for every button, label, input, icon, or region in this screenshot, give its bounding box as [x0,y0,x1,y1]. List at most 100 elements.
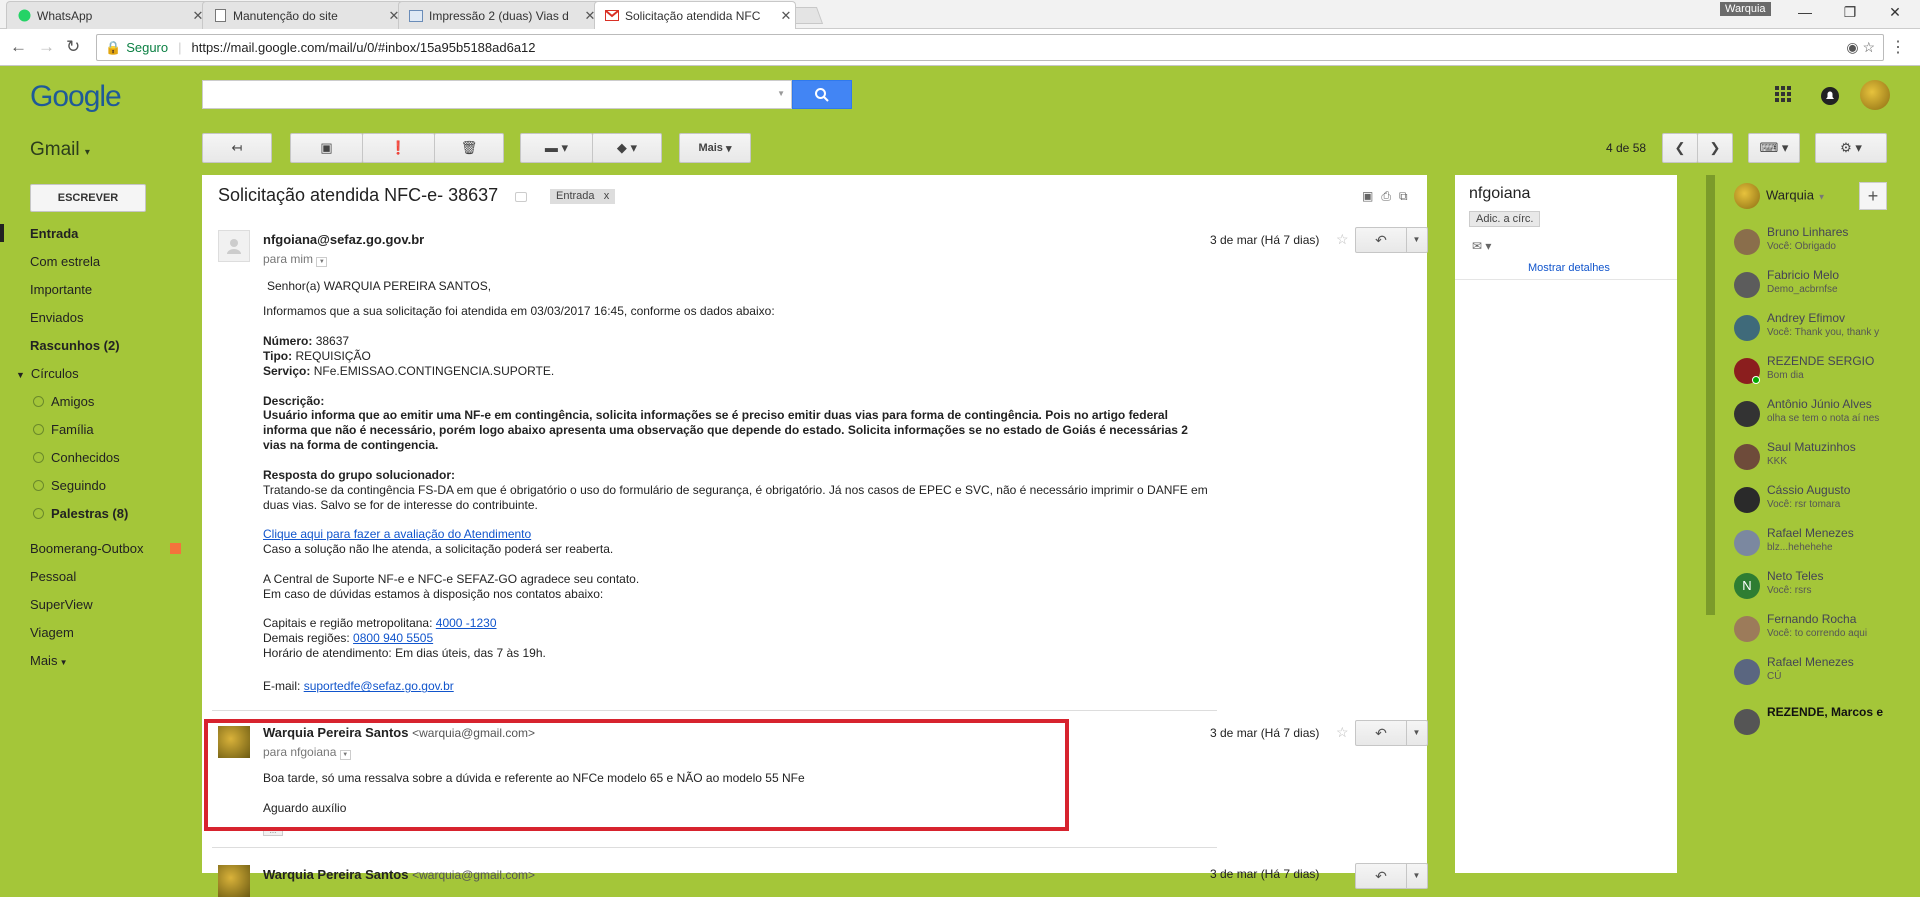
contact-name: Antônio Júnio Alves [1767,397,1872,411]
chat-contact[interactable]: Bruno Linhares Você: Obrigado [1734,225,1919,265]
nav-superview[interactable]: SuperView [30,597,93,612]
newer-button[interactable]: ❮ [1662,133,1698,163]
email-contact-icon[interactable]: ✉ ▾ [1472,239,1491,253]
tab-gmail[interactable]: Solicitação atendida NFC ✕ [594,1,796,29]
nav-starred[interactable]: Com estrela [30,254,100,269]
evaluation-link[interactable]: Clique aqui para fazer a avaliação do At… [263,527,531,541]
chat-contact[interactable]: REZENDE SERGIO Bom dia [1734,354,1919,394]
archive-button[interactable]: ▣ [290,133,363,163]
back-icon[interactable]: ← [10,37,27,57]
nav-circle-following[interactable]: Seguindo [33,478,106,493]
tab-manutencao[interactable]: Manutenção do site ✕ [202,1,404,29]
phone-link[interactable]: 0800 940 5505 [353,631,433,645]
nav-sent[interactable]: Enviados [30,310,83,325]
chat-status-menu[interactable]: Warquia ▼ [1734,183,1825,209]
input-tools-button[interactable]: ⌨ ▾ [1748,133,1800,163]
chat-contact[interactable]: Fabricio Melo Demo_acbrnfse [1734,268,1919,308]
message-sender[interactable]: Warquia Pereira Santos <warquia@gmail.co… [263,867,535,882]
image-icon [409,9,423,23]
chat-contact[interactable]: Fernando Rocha Você: to correndo aqui [1734,612,1919,652]
reply-button[interactable]: ↶ ▼ [1355,720,1428,746]
nav-circle-acquaintances[interactable]: Conhecidos [33,450,120,465]
report-spam-button[interactable]: ❗ [362,133,435,163]
profile-user-badge[interactable]: Warquia [1720,2,1771,16]
contact-name: Rafael Menezes [1767,655,1854,669]
back-to-inbox-button[interactable]: ↤ [202,133,272,163]
chevron-down-icon[interactable]: ▼ [1406,721,1427,745]
nav-drafts[interactable]: Rascunhos (2) [30,338,120,353]
add-to-circles-button[interactable]: Adic. a círc. [1469,211,1541,227]
labels-button[interactable]: ◆ ▾ [592,133,662,163]
nav-circles[interactable]: ▼ Círculos [16,366,79,381]
reply-button[interactable]: ↶ ▼ [1355,227,1428,253]
chat-contact[interactable]: Antônio Júnio Alves olha se tem o nota aí… [1734,397,1919,437]
importance-marker-icon[interactable] [515,192,527,202]
divider [1455,279,1677,280]
tab-whatsapp[interactable]: WhatsApp ✕ [6,1,208,29]
more-button[interactable]: Mais ▾ [679,133,751,163]
show-details-link[interactable]: Mostrar detalhes [1528,262,1610,274]
search-input[interactable]: ▼ [202,80,792,109]
nav-boomerang[interactable]: Boomerang-Outbox [30,541,181,556]
chat-panel: Warquia ▼ + Bruno Linhares Você: Obrigado… [1720,175,1920,873]
message-sender[interactable]: nfgoiana@sefaz.go.gov.br [263,232,424,247]
older-button[interactable]: ❯ [1697,133,1733,163]
close-window-icon[interactable]: ✕ [1880,4,1910,21]
settings-button[interactable]: ⚙ ▾ [1815,133,1887,163]
restore-icon[interactable]: ❐ [1835,4,1865,21]
nav-circle-friends[interactable]: Amigos [33,394,94,409]
remove-label-icon[interactable]: x [604,190,610,202]
delete-button[interactable]: 🗑 [434,133,504,163]
gmail-menu[interactable]: Gmail ▾ [30,139,90,161]
move-to-button[interactable]: ▬ ▾ [520,133,593,163]
url-field[interactable]: 🔒 Seguro | https://mail.google.com/mail/… [96,34,1884,61]
new-window-icon[interactable]: ⧉ [1399,189,1416,203]
search-options-icon[interactable]: ▼ [777,89,785,98]
close-icon[interactable]: ✕ [777,8,795,24]
url-text: https://mail.google.com/mail/u/0/#inbox/… [191,40,536,55]
google-logo[interactable]: Google [30,80,122,114]
nav-circle-family[interactable]: Família [33,422,94,437]
browser-menu-icon[interactable]: ⋮ [1890,37,1906,57]
search-button[interactable] [792,80,852,109]
chat-contact[interactable]: N Neto Teles Você: rsrs [1734,569,1919,609]
nav-more[interactable]: Mais ▼ [30,653,68,668]
chat-contact[interactable]: Rafael Menezes CÚ [1734,655,1919,695]
show-trimmed-content-button[interactable]: ... [263,827,283,836]
message-sender[interactable]: Warquia Pereira Santos <warquia@gmail.co… [263,725,535,740]
chat-contact[interactable]: Saul Matuzinhos KKK [1734,440,1919,480]
compose-button[interactable]: ESCREVER [30,184,146,212]
forward-icon[interactable]: → [38,37,55,57]
star-icon[interactable]: ☆ [1336,724,1349,741]
reply-button[interactable]: ↶ ▼ [1355,863,1428,889]
account-avatar[interactable] [1860,80,1890,110]
nav-viagem[interactable]: Viagem [30,625,74,640]
nav-inbox[interactable]: Entrada [30,226,78,241]
nav-pessoal[interactable]: Pessoal [30,569,76,584]
phone-link[interactable]: 4000 -1230 [436,616,497,630]
scrollbar[interactable] [1706,175,1715,615]
new-chat-button[interactable]: + [1859,182,1887,210]
chevron-down-icon[interactable]: ▼ [1406,228,1427,252]
chat-contact[interactable]: Cássio Augusto Você: rsr tomara [1734,483,1919,523]
show-details-icon[interactable]: ▼ [316,257,328,267]
show-details-icon[interactable]: ▼ [339,750,351,760]
nav-circle-palestras[interactable]: Palestras (8) [33,506,128,521]
notifications-icon[interactable] [1820,86,1840,111]
chevron-down-icon[interactable]: ▼ [1406,864,1427,888]
chat-contact[interactable]: REZENDE, Marcos e [1734,705,1919,745]
minimize-icon[interactable]: — [1790,4,1820,20]
tab-impressao[interactable]: Impressão 2 (duas) Vias d ✕ [398,1,600,29]
nav-important[interactable]: Importante [30,282,92,297]
email-link[interactable]: suportedfe@sefaz.go.gov.br [304,679,454,693]
expand-all-icon[interactable]: ▣ [1362,189,1381,203]
star-icon[interactable]: ☆ [1336,231,1349,248]
print-icon[interactable]: ⎙ [1381,189,1399,203]
chat-contact[interactable]: Andrey Efimov Você: Thank you, thank y [1734,311,1919,351]
action-toolbar: Gmail ▾ ↤ ▣ ❗ 🗑 ▬ ▾ ◆ ▾ Mais ▾ 4 de 58 ❮… [0,130,1920,172]
apps-grid-icon[interactable] [1775,86,1791,107]
chat-contact[interactable]: Rafael Menezes blz...hehehehe [1734,526,1919,566]
reload-icon[interactable]: ↻ [66,37,80,57]
sender-avatar [218,865,250,897]
bookmark-star-icon[interactable]: ◉ ☆ [1846,39,1875,56]
